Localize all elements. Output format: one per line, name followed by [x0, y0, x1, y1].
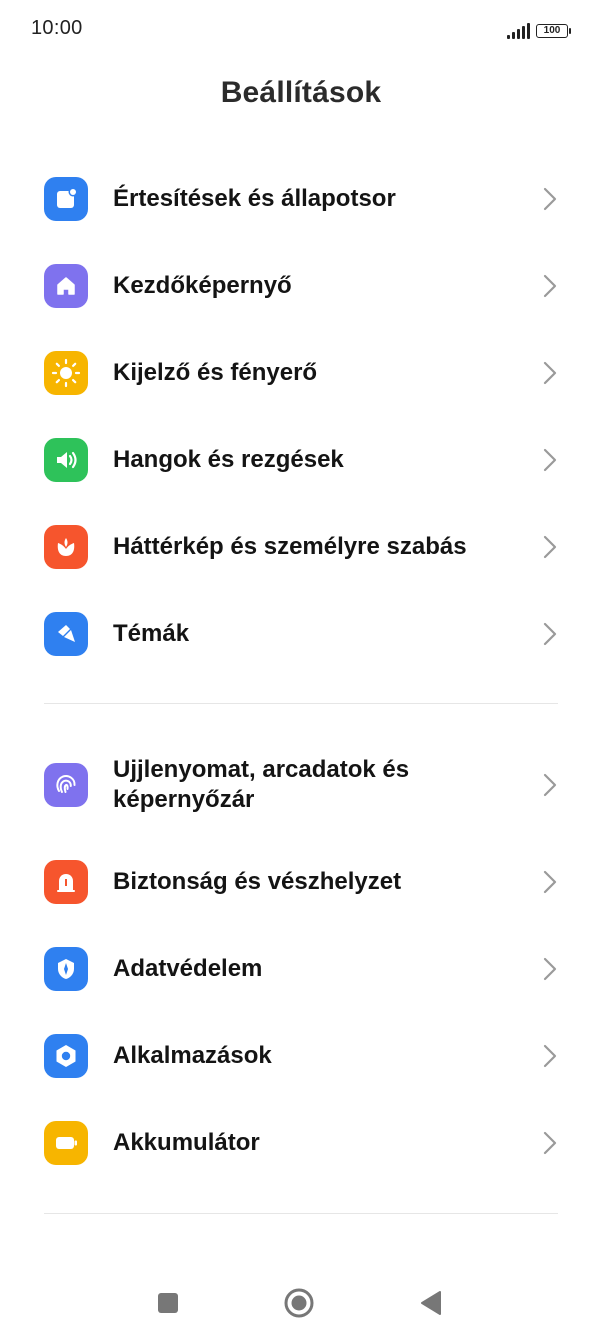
speaker-icon	[44, 438, 88, 482]
status-bar: 10:00 100	[0, 0, 602, 60]
signal-icon	[507, 23, 530, 39]
settings-item-label: Alkalmazások	[113, 1042, 272, 1069]
settings-item-privacy[interactable]: Adatvédelem	[0, 929, 602, 1009]
chevron-right-icon	[543, 448, 557, 472]
triangle-back-icon	[421, 1291, 441, 1315]
recents-button[interactable]	[151, 1286, 185, 1320]
settings-item-label: Értesítések és állapotsor	[113, 185, 396, 212]
status-time: 10:00	[31, 17, 83, 39]
settings-item-apps[interactable]: Alkalmazások	[0, 1016, 602, 1096]
settings-item-safety[interactable]: Biztonság és vészhelyzet	[0, 842, 602, 922]
settings-item-battery[interactable]: Akkumulátor	[0, 1103, 602, 1183]
settings-item-label: Témák	[113, 620, 190, 647]
home-icon	[44, 264, 88, 308]
settings-item-fingerprint-lock[interactable]: Ujjlenyomat, arcadatok és képernyőzár	[0, 743, 602, 827]
settings-item-themes[interactable]: Témák	[0, 594, 602, 674]
chevron-right-icon	[543, 187, 557, 211]
settings-item-label: Kezdőképernyő	[113, 272, 292, 299]
chevron-right-icon	[543, 870, 557, 894]
chevron-right-icon	[543, 957, 557, 981]
chevron-right-icon	[543, 1044, 557, 1068]
section-divider	[44, 703, 558, 704]
settings-item-display[interactable]: Kijelző és fényerő	[0, 333, 602, 413]
emergency-icon	[44, 860, 88, 904]
status-indicators: 100	[507, 20, 571, 42]
chevron-right-icon	[543, 535, 557, 559]
privacy-icon	[44, 947, 88, 991]
notification-icon	[44, 177, 88, 221]
sun-icon	[44, 351, 88, 395]
navigation-bar	[0, 1270, 602, 1334]
battery-level: 100	[543, 25, 561, 36]
apps-gear-icon	[44, 1034, 88, 1078]
brush-icon	[44, 612, 88, 656]
settings-item-sounds[interactable]: Hangok és rezgések	[0, 420, 602, 500]
settings-item-label: Adatvédelem	[113, 955, 263, 982]
chevron-right-icon	[543, 622, 557, 646]
home-button[interactable]	[282, 1286, 316, 1320]
fingerprint-icon	[44, 763, 88, 807]
battery-status-icon: 100	[536, 24, 571, 38]
settings-item-label: Akkumulátor	[113, 1129, 260, 1156]
back-button[interactable]	[414, 1286, 448, 1320]
page-title: Beállítások	[220, 76, 382, 109]
section-divider	[44, 1213, 558, 1214]
battery-icon	[44, 1121, 88, 1165]
chevron-right-icon	[543, 274, 557, 298]
square-icon	[158, 1293, 178, 1313]
settings-item-wallpaper[interactable]: Háttérkép és személyre szabás	[0, 507, 602, 587]
flower-icon	[44, 525, 88, 569]
chevron-right-icon	[543, 773, 557, 797]
settings-item-home-screen[interactable]: Kezdőképernyő	[0, 246, 602, 326]
settings-item-label: Hangok és rezgések	[113, 446, 344, 473]
chevron-right-icon	[543, 1131, 557, 1155]
settings-item-notifications[interactable]: Értesítések és állapotsor	[0, 159, 602, 239]
chevron-right-icon	[543, 361, 557, 385]
settings-item-label: Biztonság és vészhelyzet	[113, 868, 402, 895]
settings-item-label: Kijelző és fényerő	[113, 359, 318, 386]
circle-icon	[284, 1288, 314, 1318]
settings-item-label: Háttérkép és személyre szabás	[113, 533, 467, 560]
settings-item-label: Ujjlenyomat, arcadatok és képernyőzár	[113, 756, 410, 813]
